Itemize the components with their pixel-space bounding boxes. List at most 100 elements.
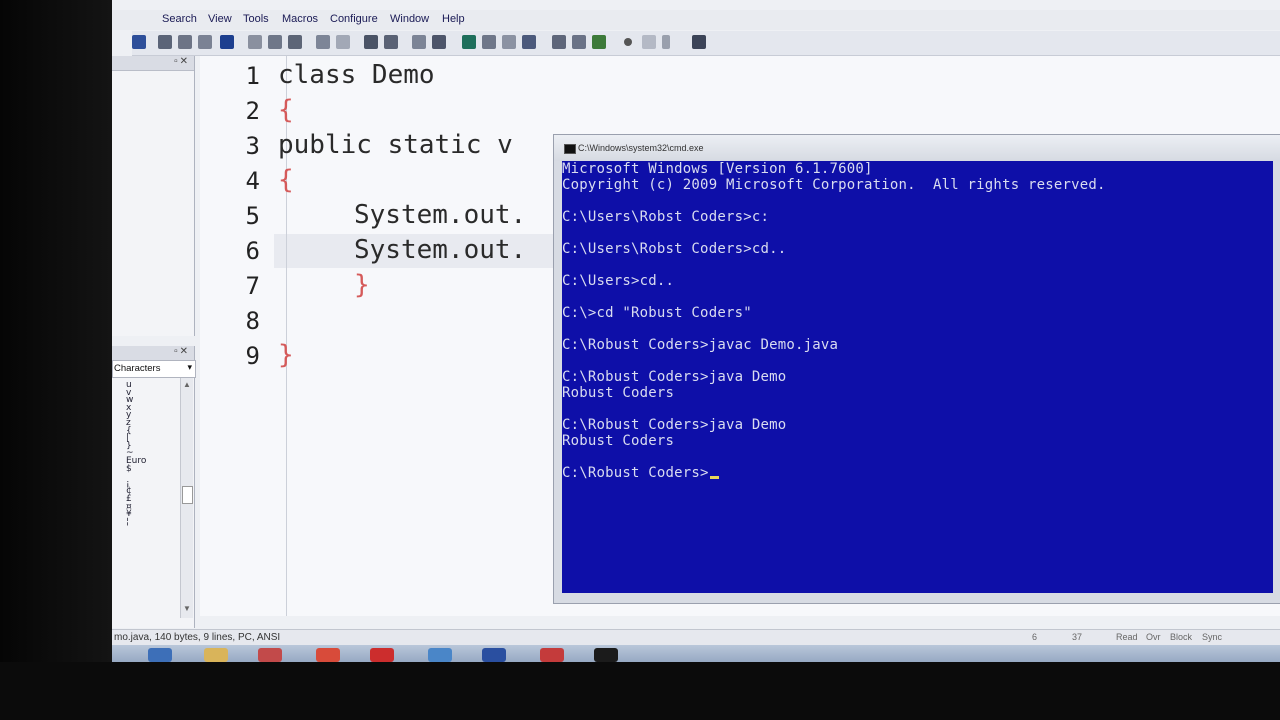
- cmd-window[interactable]: C:\Windows\system32\cmd.exe Microsoft Wi…: [553, 134, 1280, 604]
- console-line: Robust Coders: [562, 385, 675, 401]
- toolbar: [132, 31, 1280, 56]
- line-number: 3: [245, 132, 260, 160]
- explorer-icon[interactable]: [204, 648, 228, 662]
- character-list: u v w x y z{|} ~ Euro $ ¡ ¢ £ ¤ ¥ ¦: [126, 381, 146, 527]
- file-info: mo.java, 140 bytes, 9 lines, PC, ANSI: [114, 632, 281, 643]
- status-bar: mo.java, 140 bytes, 9 lines, PC, ANSI 6 …: [112, 629, 1280, 646]
- web-icon[interactable]: [462, 35, 476, 49]
- menu-macros[interactable]: Macros: [282, 13, 318, 25]
- character-item[interactable]: $: [126, 464, 146, 474]
- show-paragraph-icon[interactable]: [432, 35, 446, 49]
- scroll-down-icon[interactable]: ▼: [183, 604, 191, 613]
- console-line: C:\Robust Coders>java Demo: [562, 369, 787, 385]
- console-prompt: C:\Robust Coders>: [562, 465, 709, 481]
- characters-title: Characters: [114, 363, 161, 374]
- help-icon[interactable]: [692, 35, 706, 49]
- tool-icon[interactable]: [540, 648, 564, 662]
- play-macro-icon[interactable]: [662, 35, 670, 49]
- menu-help[interactable]: Help: [442, 13, 465, 25]
- photoshop-icon[interactable]: [482, 648, 506, 662]
- code-line-1: class Demo: [278, 60, 435, 90]
- print-preview-icon[interactable]: [178, 35, 192, 49]
- line-number: 2: [245, 97, 260, 125]
- status-column: 37: [1072, 632, 1083, 642]
- status-read: Read: [1116, 632, 1138, 642]
- stop-macro-icon[interactable]: [642, 35, 656, 49]
- clip-panel-header: ▫✕: [112, 56, 194, 71]
- console-line: C:\Robust Coders>java Demo: [562, 417, 787, 433]
- save-all-icon[interactable]: [132, 35, 146, 49]
- console-line: Copyright (c) 2009 Microsoft Corporation…: [562, 177, 1106, 193]
- character-item[interactable]: ¦: [126, 517, 146, 527]
- character-item[interactable]: ¥: [126, 510, 146, 519]
- menu-search[interactable]: Search: [162, 13, 197, 25]
- zoom-icon[interactable]: [522, 35, 536, 49]
- sort-icon[interactable]: [502, 35, 516, 49]
- copy-icon[interactable]: [268, 35, 282, 49]
- chevron-down-icon: ▾: [187, 362, 192, 372]
- characters-panel-header: ▫✕: [112, 346, 194, 361]
- console-line: Microsoft Windows [Version 6.1.7600]: [562, 161, 873, 177]
- characters-close-icon[interactable]: ▫✕: [174, 346, 190, 357]
- code-line-6: System.out.: [354, 235, 527, 265]
- cmd-title-bar[interactable]: C:\Windows\system32\cmd.exe: [554, 135, 1280, 161]
- opera-icon[interactable]: [370, 648, 394, 662]
- tool-settings-icon[interactable]: [552, 35, 566, 49]
- status-line: 6: [1032, 632, 1038, 642]
- console-prompt-line[interactable]: C:\Robust Coders>: [562, 465, 719, 481]
- line-number: 1: [245, 62, 260, 90]
- panel-close-icon[interactable]: ▫✕: [174, 56, 190, 67]
- console-line: C:\Users\Robst Coders>c:: [562, 209, 770, 225]
- paste-icon[interactable]: [288, 35, 302, 49]
- line-number: 4: [245, 167, 260, 195]
- editor-taskbar-icon[interactable]: [428, 648, 452, 662]
- code-line-3: public static v: [278, 130, 513, 160]
- code-line-2: {: [278, 95, 294, 125]
- code-line-7: }: [354, 270, 370, 300]
- menu-bar: Search View Tools Macros Configure Windo…: [112, 10, 1280, 30]
- chrome-icon[interactable]: [316, 648, 340, 662]
- code-line-9: }: [278, 340, 294, 370]
- clip-panel: ▫✕: [112, 56, 195, 336]
- menu-tools[interactable]: Tools: [243, 13, 269, 25]
- print-icon[interactable]: [158, 35, 172, 49]
- cmd-title: C:\Windows\system32\cmd.exe: [578, 143, 704, 153]
- line-number: 8: [245, 307, 260, 335]
- cmd-taskbar-icon[interactable]: [594, 648, 618, 662]
- text-cursor: [709, 476, 719, 479]
- characters-dropdown[interactable]: Characters ▾: [112, 360, 196, 378]
- line-number: 6: [245, 237, 260, 265]
- undo-icon[interactable]: [316, 35, 330, 49]
- scroll-thumb[interactable]: [182, 486, 193, 504]
- characters-scrollbar[interactable]: ▲ ▼: [180, 378, 193, 618]
- console-line: Robust Coders: [562, 433, 675, 449]
- cmd-console[interactable]: Microsoft Windows [Version 6.1.7600] Cop…: [562, 161, 1273, 593]
- cmd-app-icon: [564, 144, 576, 154]
- monitor-bezel-left: [0, 0, 112, 720]
- menu-view[interactable]: View: [208, 13, 232, 25]
- scroll-up-icon[interactable]: ▲: [183, 380, 191, 389]
- monitor-bezel-bottom: [0, 662, 1280, 720]
- media-icon[interactable]: [258, 648, 282, 662]
- redo-icon[interactable]: [336, 35, 350, 49]
- character-item[interactable]: {: [126, 426, 146, 436]
- outdent-icon[interactable]: [384, 35, 398, 49]
- line-number: 5: [245, 202, 260, 230]
- tool-run-icon[interactable]: [592, 35, 606, 49]
- record-macro-icon[interactable]: [624, 38, 632, 46]
- console-line: C:\Users>cd..: [562, 273, 675, 289]
- start-icon[interactable]: [148, 648, 172, 662]
- spellcheck-icon[interactable]: [482, 35, 496, 49]
- menu-configure[interactable]: Configure: [330, 13, 378, 25]
- word-wrap-icon[interactable]: [412, 35, 426, 49]
- taskbar: [112, 645, 1280, 662]
- tool-link-icon[interactable]: [572, 35, 586, 49]
- browser-icon[interactable]: [220, 35, 234, 49]
- status-sync: Sync: [1202, 632, 1223, 642]
- status-ovr: Ovr: [1146, 632, 1161, 642]
- find-icon[interactable]: [198, 35, 212, 49]
- cut-icon[interactable]: [248, 35, 262, 49]
- indent-icon[interactable]: [364, 35, 378, 49]
- menu-window[interactable]: Window: [390, 13, 429, 25]
- code-line-4: {: [278, 165, 294, 195]
